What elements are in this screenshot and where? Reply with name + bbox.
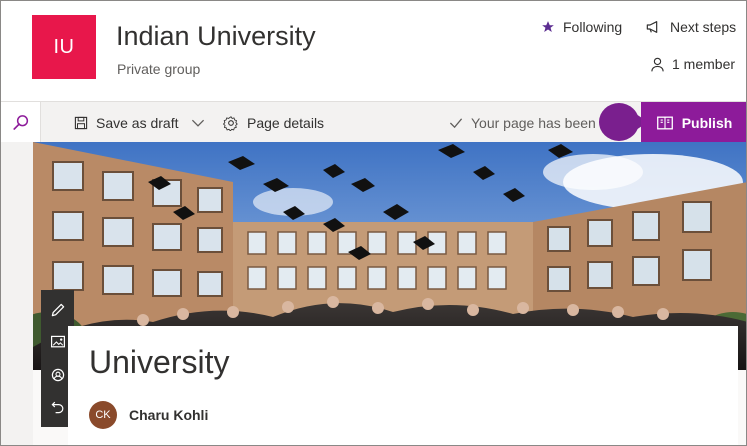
- author-byline[interactable]: CK Charu Kohli: [89, 401, 208, 429]
- avatar: CK: [89, 401, 117, 429]
- edit-icon: [51, 303, 64, 317]
- search-button[interactable]: [1, 102, 41, 143]
- sharepoint-page: IU Indian University Private group Follo…: [0, 0, 747, 446]
- author-name: Charu Kohli: [129, 407, 209, 423]
- change-image-button[interactable]: [46, 330, 70, 354]
- canvas-gutter: [1, 142, 33, 445]
- image-edit-icon: [50, 336, 65, 348]
- save-options-dropdown[interactable]: [191, 102, 205, 143]
- site-header: IU Indian University Private group Follo…: [1, 1, 746, 101]
- teaching-bubble-pointer: [599, 103, 648, 141]
- focal-point-icon: [51, 368, 64, 381]
- members-label: 1 member: [672, 56, 736, 72]
- edit-image-button[interactable]: [46, 298, 70, 322]
- next-steps-button[interactable]: Next steps: [646, 19, 736, 35]
- search-icon: [12, 114, 28, 130]
- publish-label: Publish: [681, 114, 733, 131]
- command-bar: Save as draft Page details Your page has…: [1, 101, 746, 143]
- save-status: Your page has been s: [449, 102, 607, 143]
- reset-image-button[interactable]: [46, 395, 70, 419]
- page-details-button[interactable]: Page details: [223, 102, 324, 143]
- gear-icon: [223, 115, 238, 131]
- site-privacy-label: Private group: [117, 61, 201, 77]
- title-region: University CK Charu Kohli: [68, 326, 738, 445]
- megaphone-icon: [646, 21, 658, 33]
- save-as-draft-label: Save as draft: [96, 114, 179, 131]
- chevron-down-icon: [191, 119, 205, 127]
- publish-button[interactable]: Publish: [641, 102, 746, 143]
- book-icon: [656, 116, 673, 129]
- site-logo[interactable]: IU: [32, 15, 96, 79]
- reset-icon: [51, 401, 63, 414]
- save-status-text: Your page has been s: [471, 114, 607, 131]
- members-button[interactable]: 1 member: [651, 56, 735, 72]
- star-icon: [542, 21, 554, 32]
- following-button[interactable]: Following: [541, 19, 622, 35]
- focal-point-button[interactable]: [46, 363, 70, 387]
- checkmark-icon: [449, 117, 463, 128]
- site-title[interactable]: Indian University: [116, 21, 316, 52]
- save-as-draft-button[interactable]: Save as draft: [74, 102, 179, 143]
- following-label: Following: [563, 19, 623, 35]
- next-steps-label: Next steps: [670, 19, 737, 35]
- page-title[interactable]: University: [89, 344, 229, 381]
- person-icon: [651, 57, 664, 71]
- page-details-label: Page details: [247, 114, 325, 131]
- save-icon: [74, 116, 88, 129]
